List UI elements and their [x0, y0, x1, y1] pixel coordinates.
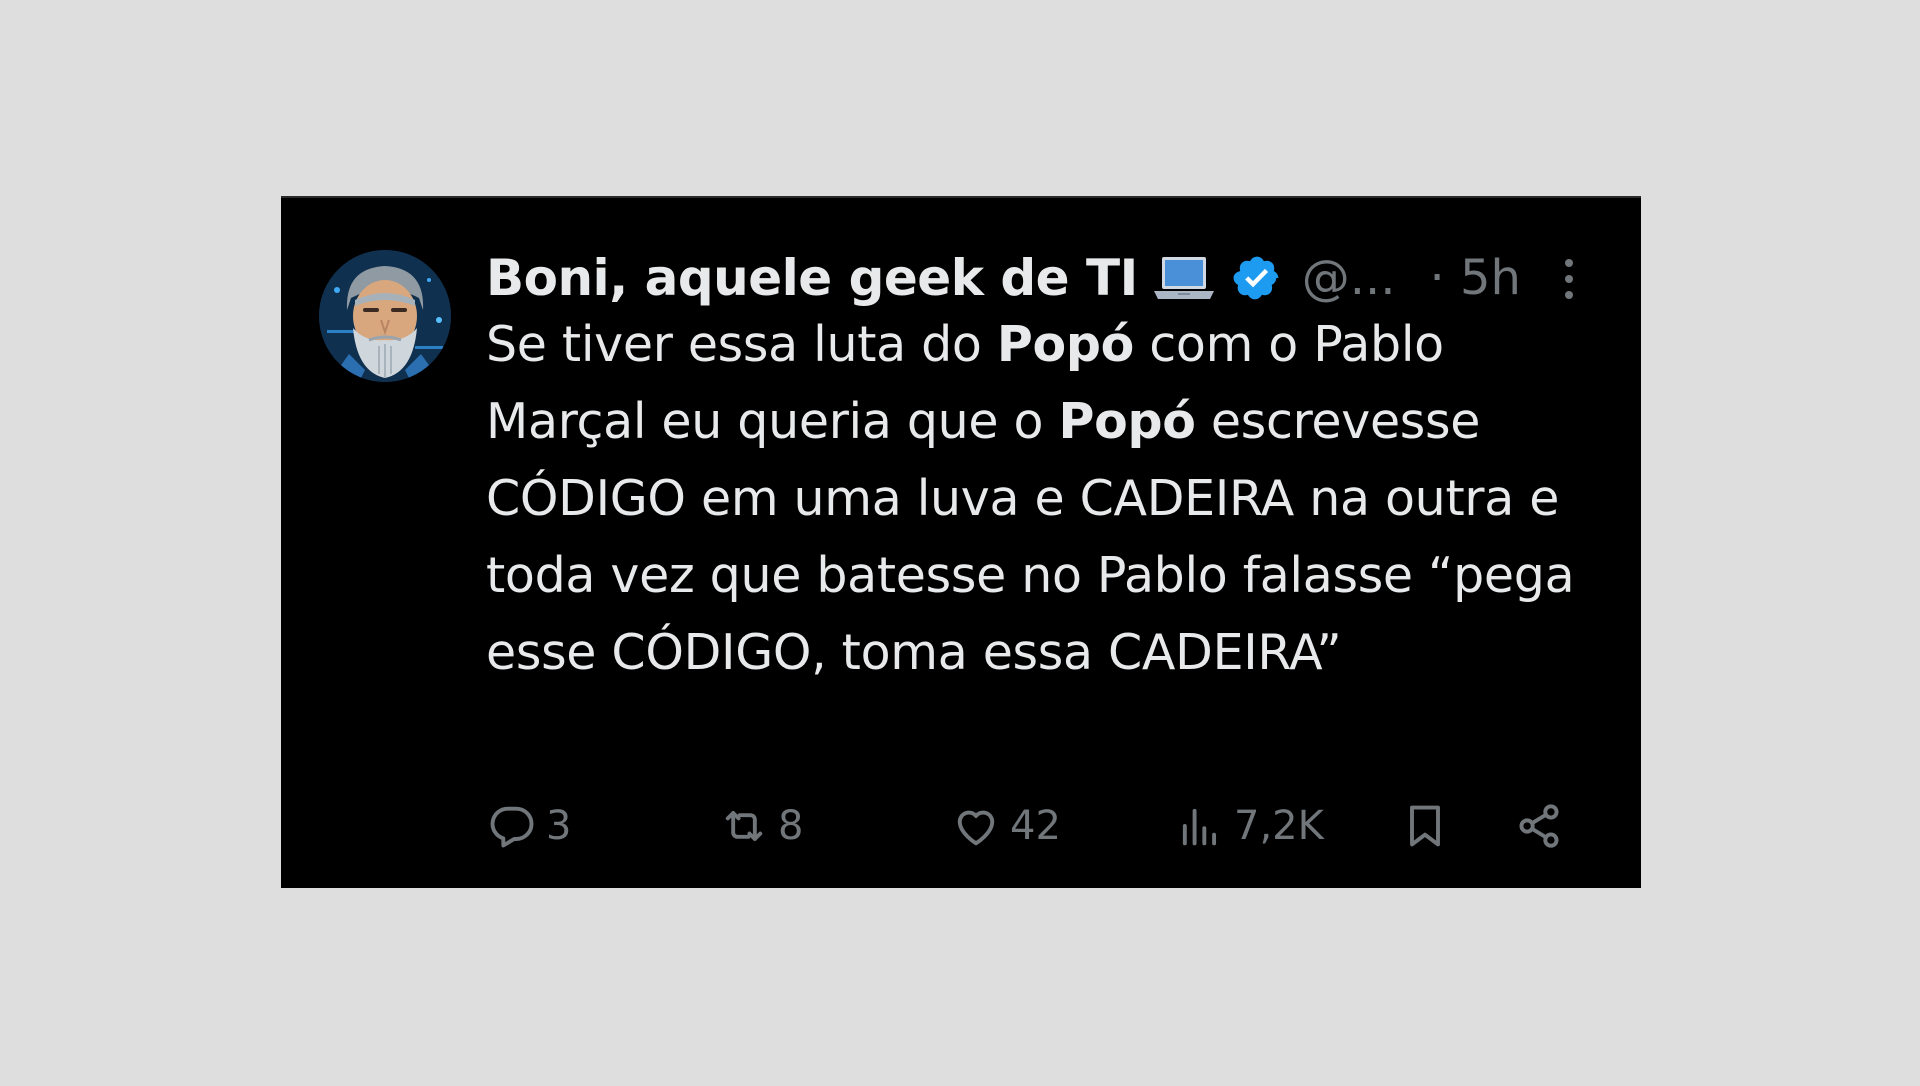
- views-count: 7,2K: [1234, 803, 1324, 849]
- avatar[interactable]: [319, 250, 451, 382]
- retweet-count: 8: [778, 803, 804, 849]
- retweet-button[interactable]: 8: [718, 796, 803, 856]
- reply-icon: [490, 806, 534, 848]
- laptop-icon: [1152, 255, 1216, 301]
- tweet-actions: 3 8 42 7,2K: [281, 796, 1641, 856]
- author-handle[interactable]: @...: [1302, 250, 1396, 306]
- tweet-card[interactable]: Boni, aquele geek de TI @... · 5h Se tiv…: [281, 196, 1641, 888]
- share-icon: [1519, 804, 1559, 848]
- author-name[interactable]: Boni, aquele geek de TI: [486, 249, 1138, 307]
- tweet-text: Se tiver essa luta do Popó com o Pablo M…: [486, 306, 1606, 691]
- views-button[interactable]: 7,2K: [1174, 796, 1324, 856]
- tweet-time[interactable]: · 5h: [1429, 250, 1520, 306]
- verified-badge-icon[interactable]: [1232, 253, 1282, 303]
- views-chart-icon: [1182, 808, 1217, 846]
- more-vertical-icon[interactable]: [1564, 256, 1574, 302]
- reply-button[interactable]: 3: [486, 796, 571, 856]
- bookmark-button[interactable]: [1399, 796, 1451, 856]
- tweet-text-bold: Popó: [1058, 393, 1196, 450]
- heart-icon: [957, 810, 995, 846]
- tweet-text-bold: Popó: [996, 316, 1134, 373]
- avatar-image: [319, 250, 451, 382]
- like-button[interactable]: 42: [950, 796, 1061, 856]
- bookmark-icon: [1410, 805, 1440, 847]
- retweet-icon: [725, 811, 763, 841]
- share-button[interactable]: [1513, 796, 1565, 856]
- like-count: 42: [1010, 803, 1061, 849]
- tweet-text-part: Se tiver essa luta do: [486, 316, 997, 373]
- reply-count: 3: [546, 803, 572, 849]
